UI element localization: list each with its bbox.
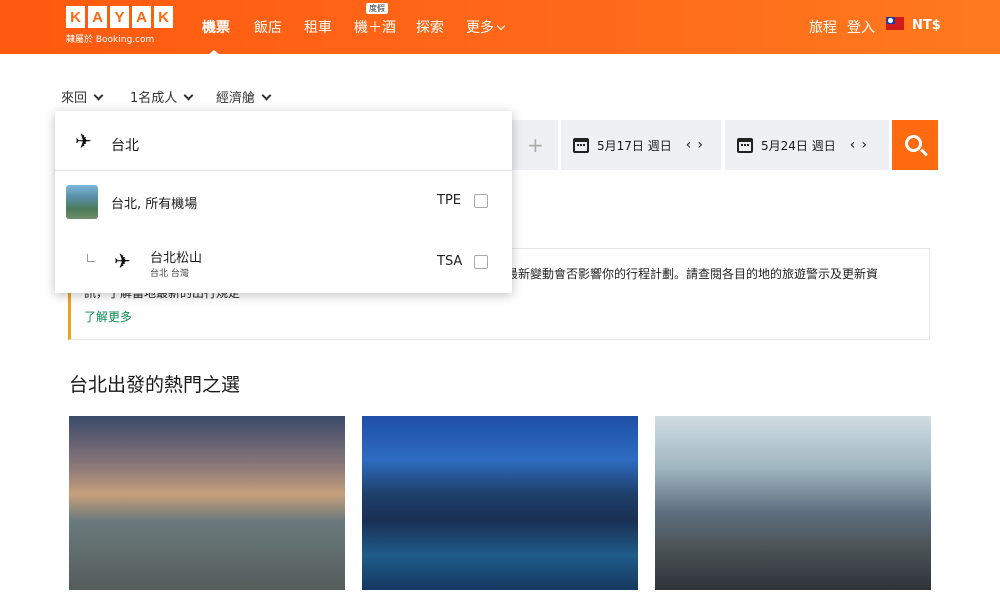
trip-type-select[interactable]: 來回 xyxy=(61,87,104,106)
origin-dropdown: ✈ 台北 台北, 所有機場 TPE ✈ 台北松山 台北 台灣 TSA xyxy=(55,111,512,293)
destination-card-image[interactable] xyxy=(69,416,345,590)
cabin-label: 經濟艙 xyxy=(216,91,256,106)
origin-input[interactable]: ✈ 台北 xyxy=(55,111,512,171)
depart-date-text: 5月17日 週日 xyxy=(597,138,672,153)
airplane-icon: ✈ xyxy=(114,249,131,273)
logo-letter: A xyxy=(88,6,107,28)
travelers-label: 1名成人 xyxy=(130,91,178,106)
alert-text-line1: 最新變動會否影響你的行程計劃。請查閱各目的地的旅遊警示及更新資 xyxy=(506,267,879,281)
popular-section-title: 台北出發的熱門之選 xyxy=(69,374,241,396)
search-button[interactable] xyxy=(892,120,938,170)
nav-explore[interactable]: 探索 xyxy=(416,17,444,37)
calendar-icon xyxy=(737,137,753,153)
cabin-select[interactable]: 經濟艙 xyxy=(216,87,272,106)
logo-letter: K xyxy=(66,6,85,28)
depart-date-field[interactable]: 5月17日 週日 ‹› xyxy=(561,120,721,170)
logo-letter: A xyxy=(132,6,151,28)
travelers-select[interactable]: 1名成人 xyxy=(130,87,194,106)
top-header: K A Y A K 隸屬於 Booking.com 機票 飯店 租車 度假 機＋… xyxy=(0,0,1000,55)
date-arrows-icon[interactable]: ‹› xyxy=(686,137,709,153)
city-thumbnail xyxy=(66,185,98,219)
kayak-logo[interactable]: K A Y A K xyxy=(66,6,173,28)
logo-letter: K xyxy=(154,6,173,28)
chevron-down-icon xyxy=(496,21,506,31)
nav-trips[interactable]: 旅程 xyxy=(809,17,837,37)
nav-flights[interactable]: 機票 xyxy=(202,17,230,37)
date-arrows-icon[interactable]: ‹› xyxy=(850,137,873,153)
calendar-icon xyxy=(573,137,589,153)
search-icon xyxy=(904,134,922,152)
nav-packages[interactable]: 機＋酒 xyxy=(354,17,396,37)
logo-letter: Y xyxy=(110,6,129,28)
currency-selector[interactable]: NT$ xyxy=(912,18,941,33)
chevron-down-icon xyxy=(93,90,104,101)
nav-active-indicator xyxy=(208,50,220,55)
packages-badge: 度假 xyxy=(366,3,388,14)
nav-cars[interactable]: 租車 xyxy=(304,17,332,37)
airplane-icon: ✈ xyxy=(75,129,92,153)
airport-checkbox[interactable] xyxy=(474,255,488,269)
taiwan-flag-icon[interactable] xyxy=(886,17,904,30)
nav-more-label: 更多 xyxy=(466,20,494,36)
add-destination-icon[interactable]: + xyxy=(527,133,544,157)
chevron-down-icon xyxy=(183,90,194,101)
airport-code: TPE xyxy=(437,193,461,208)
sub-item-arrow-icon xyxy=(87,254,95,262)
nav-login[interactable]: 登入 xyxy=(847,17,875,37)
nav-more[interactable]: 更多 xyxy=(466,17,506,37)
nav-hotels[interactable]: 飯店 xyxy=(254,17,282,37)
airport-code: TSA xyxy=(437,254,463,269)
chevron-down-icon xyxy=(261,90,272,101)
destination-card-image[interactable] xyxy=(362,416,638,590)
origin-input-value: 台北 xyxy=(111,138,139,154)
dropdown-item-all-airports[interactable]: 台北, 所有機場 xyxy=(111,193,197,212)
learn-more-link[interactable]: 了解更多 xyxy=(84,308,132,325)
dropdown-item-songshan[interactable]: 台北松山 xyxy=(150,247,202,266)
destination-card-image[interactable] xyxy=(655,416,931,590)
dropdown-item-sub: 台北 台灣 xyxy=(150,269,189,279)
trip-type-label: 來回 xyxy=(61,91,88,106)
return-date-field[interactable]: 5月24日 週日 ‹› xyxy=(725,120,889,170)
airport-checkbox[interactable] xyxy=(474,194,488,208)
powered-by-text: 隸屬於 Booking.com xyxy=(66,35,155,45)
return-date-text: 5月24日 週日 xyxy=(761,138,836,153)
